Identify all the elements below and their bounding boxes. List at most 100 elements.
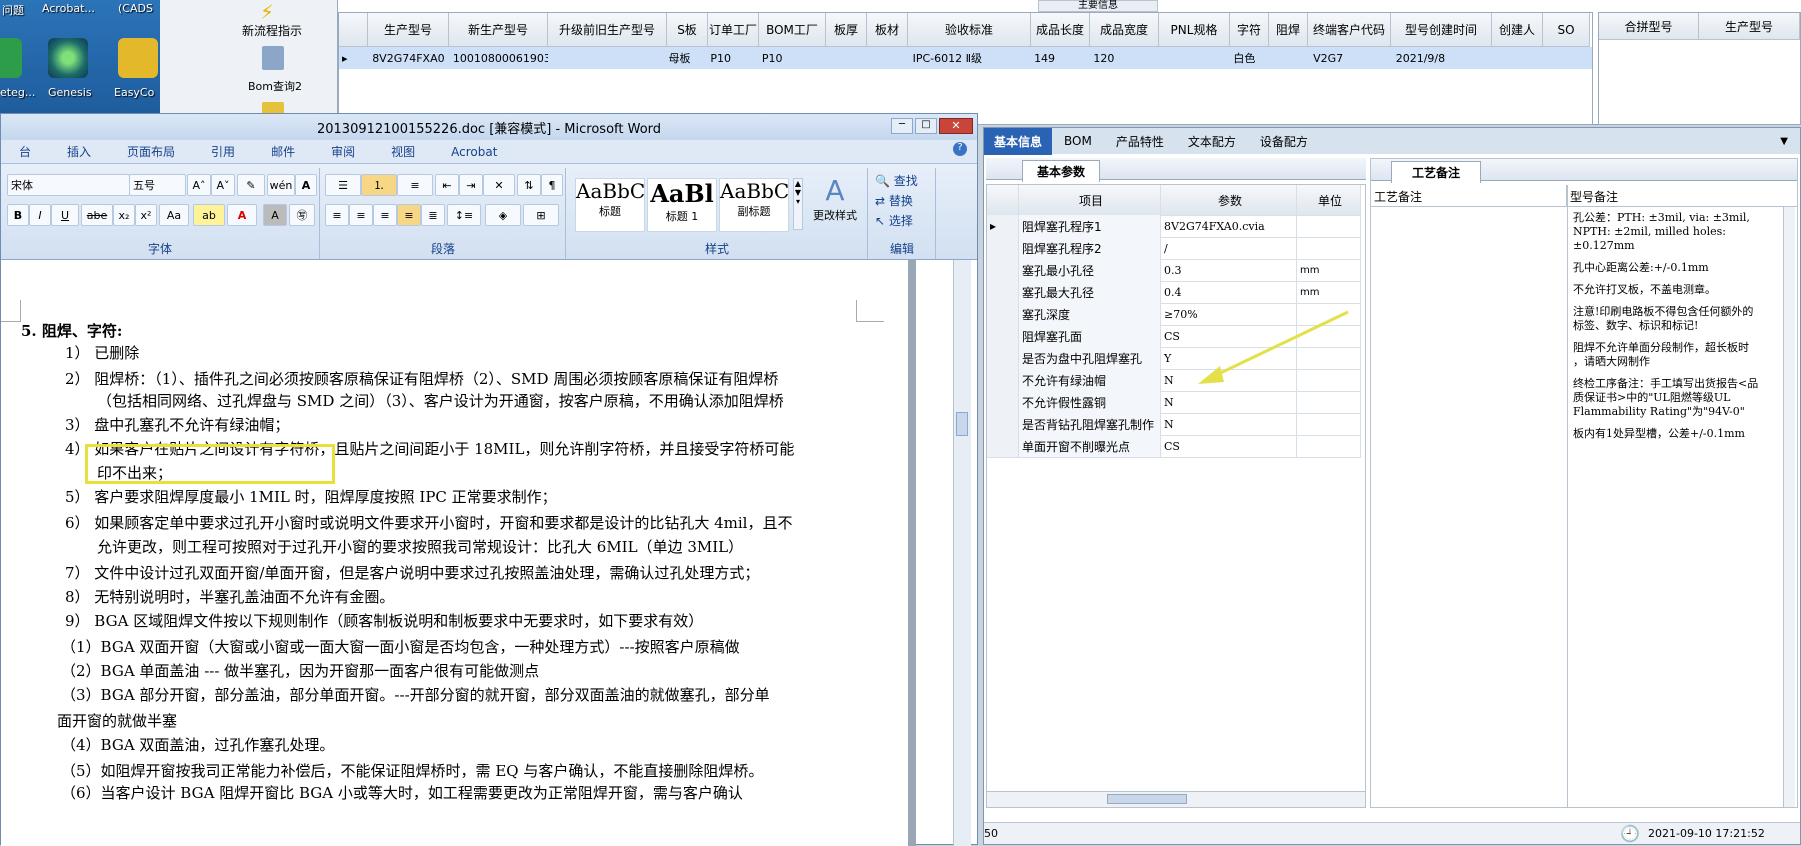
document-line[interactable]: （5）如阻焊开窗按我司正常能力补偿后，不能保证阻焊桥时，需 EQ 与客户确认，不… bbox=[61, 760, 763, 781]
document-line[interactable]: （1）BGA 双面开窗（大窗或小窗或一面大窗一面小窗是否均包含，一种处理方式）-… bbox=[61, 636, 740, 657]
param-unit[interactable] bbox=[1297, 435, 1361, 457]
document-line[interactable]: 允许更改，则工程可按照对于过孔开小窗的要求按照我司常规设计：比孔大 6MIL（单… bbox=[97, 536, 743, 557]
tab-review[interactable]: 审阅 bbox=[313, 143, 373, 160]
table-row[interactable]: 阻焊塞孔程序2/ bbox=[987, 237, 1361, 260]
column-header[interactable]: 板材 bbox=[867, 13, 908, 47]
asian-layout-icon[interactable]: ✕ bbox=[483, 174, 515, 196]
column-header[interactable]: 阻焊 bbox=[1269, 13, 1308, 47]
column-header[interactable]: BOM工厂 bbox=[759, 13, 826, 47]
justify-icon[interactable]: ≡ bbox=[397, 204, 421, 226]
shading-icon[interactable]: A bbox=[263, 204, 287, 226]
tab-bom[interactable]: BOM bbox=[1052, 134, 1104, 148]
column-header[interactable]: 字符 bbox=[1230, 13, 1269, 47]
param-value[interactable]: 0.3 bbox=[1161, 259, 1297, 281]
document-line[interactable]: 2） 阻焊桥：（1）、插件孔之间必须按顾客原稿保证有阻焊桥（2）、SMD 周围必… bbox=[65, 368, 778, 389]
table-cell[interactable]: 母板 bbox=[666, 47, 708, 69]
param-item[interactable]: 塞孔最大孔径 bbox=[1019, 281, 1161, 303]
show-marks-icon[interactable]: ¶ bbox=[541, 174, 563, 196]
find-button[interactable]: 🔍 查找 bbox=[875, 172, 918, 189]
column-header[interactable]: 型号备注 bbox=[1567, 185, 1797, 207]
param-unit[interactable]: mm bbox=[1297, 259, 1361, 281]
replace-button[interactable]: ⇄ 替换 bbox=[875, 192, 913, 209]
tab-text-recipe[interactable]: 文本配方 bbox=[1176, 133, 1248, 150]
table-cell[interactable]: 149 bbox=[1031, 47, 1090, 69]
tab-basic-params[interactable]: 基本参数 bbox=[1022, 160, 1101, 182]
desktop-icon-label[interactable]: Genesis bbox=[48, 86, 92, 99]
table-row[interactable]: ▸ 阻焊塞孔程序1 8V2G74FXA0.cvia bbox=[987, 215, 1361, 238]
tab-product-features[interactable]: 产品特性 bbox=[1104, 133, 1176, 150]
column-header[interactable]: 新生产型号 bbox=[449, 13, 548, 47]
param-item[interactable]: 不允许有绿油帽 bbox=[1019, 369, 1161, 391]
styles-scroll[interactable]: ▲ ▼ ▾ bbox=[793, 178, 803, 230]
side-item-bom-query[interactable]: Bom查询2 bbox=[248, 78, 302, 94]
param-value[interactable]: N bbox=[1161, 413, 1297, 435]
table-cell[interactable]: IPC-6012 Ⅱ级 bbox=[910, 47, 1031, 69]
table-cell[interactable]: P10 bbox=[707, 47, 759, 69]
tab-mailings[interactable]: 邮件 bbox=[253, 143, 313, 160]
param-item[interactable]: 阻焊塞孔程序2 bbox=[1019, 237, 1161, 259]
column-header[interactable]: S板 bbox=[667, 13, 708, 47]
column-header[interactable]: 升级前旧生产型号 bbox=[548, 13, 667, 47]
param-item[interactable]: 是否为盘中孔阻焊塞孔 bbox=[1019, 347, 1161, 369]
document-line[interactable]: 6） 如果顾客定单中要求过孔开小窗时或说明文件要求开小窗时，开窗和要求都是设计的… bbox=[65, 512, 792, 533]
minimize-button[interactable]: ─ bbox=[891, 118, 913, 134]
column-header[interactable]: 订单工厂 bbox=[708, 13, 759, 47]
tab-view[interactable]: 视图 bbox=[373, 143, 433, 160]
row-selector-icon[interactable]: ▸ bbox=[339, 47, 369, 69]
param-unit[interactable] bbox=[1297, 413, 1361, 435]
table-cell[interactable] bbox=[826, 47, 868, 69]
param-item[interactable]: 是否背钻孔阻焊塞孔制作 bbox=[1019, 413, 1161, 435]
desktop-icon-label[interactable]: eteg... bbox=[0, 86, 35, 99]
font-name-select[interactable]: 宋体 bbox=[7, 174, 130, 196]
select-button[interactable]: ↖ 选择 bbox=[875, 212, 913, 229]
document-line[interactable]: 3） 盘中孔塞孔不允许有绿油帽； bbox=[65, 414, 289, 435]
distributed-icon[interactable]: ≣ bbox=[421, 204, 445, 226]
highlight-icon[interactable]: ab bbox=[193, 204, 225, 226]
bold-icon[interactable]: B bbox=[7, 204, 29, 226]
table-cell[interactable]: 8V2G74FXA0 bbox=[369, 47, 450, 69]
column-header[interactable]: SO bbox=[1543, 13, 1590, 47]
grow-font-icon[interactable]: A˄ bbox=[187, 174, 211, 196]
column-header[interactable]: 参数 bbox=[1161, 185, 1297, 215]
font-color-icon[interactable]: A bbox=[227, 204, 257, 226]
lightning-icon[interactable]: ⚡ bbox=[260, 0, 284, 24]
column-header[interactable]: 型号创建时间 bbox=[1391, 13, 1492, 47]
param-item[interactable]: 塞孔最小孔径 bbox=[1019, 259, 1161, 281]
table-cell[interactable] bbox=[1544, 47, 1592, 69]
app-icon[interactable] bbox=[0, 38, 22, 78]
vertical-scrollbar[interactable] bbox=[953, 260, 971, 846]
superscript-icon[interactable]: x² bbox=[135, 204, 157, 226]
document-line[interactable]: 1） 已删除 bbox=[65, 342, 139, 363]
column-header[interactable]: 验收标准 bbox=[908, 13, 1031, 47]
align-left-icon[interactable]: ≡ bbox=[325, 204, 349, 226]
maximize-button[interactable]: □ bbox=[915, 118, 937, 134]
horizontal-scrollbar[interactable] bbox=[987, 791, 1365, 807]
document-page[interactable]: 5. 阻焊、字符: 1） 已删除 2） 阻焊桥：（1）、插件孔之间必须按顾客原稿保证… bbox=[1, 260, 916, 846]
document-line[interactable]: （6）当客户设计 BGA 阻焊开窗比 BGA 小或等大时，如工程需要更改为正常阻… bbox=[61, 782, 743, 803]
table-row[interactable]: 塞孔最小孔径 0.3 mm bbox=[987, 259, 1361, 282]
italic-icon[interactable]: I bbox=[29, 204, 51, 226]
table-row[interactable]: ▸ 8V2G74FXA0 10010800061903 母板 P10 P10 IPC-601… bbox=[339, 47, 1592, 69]
column-header[interactable]: 工艺备注 bbox=[1371, 185, 1567, 207]
table-cell[interactable] bbox=[1159, 47, 1230, 69]
table-cell[interactable]: 10010800061903 bbox=[450, 47, 548, 69]
document-line[interactable]: （3）BGA 部分开窗，部分盖油，部分单面开窗。---开部分窗的就开窗，部分双面… bbox=[61, 684, 770, 705]
close-button[interactable]: ✕ bbox=[939, 118, 973, 134]
document-line[interactable]: （2）BGA 单面盖油 --- 做半塞孔，因为开窗那一面客户很有可能做测点 bbox=[61, 660, 539, 681]
chevron-down-icon[interactable]: ▼ bbox=[1768, 136, 1800, 147]
align-right-icon[interactable]: ≡ bbox=[373, 204, 397, 226]
notes-scrollbar[interactable] bbox=[1783, 207, 1795, 807]
table-row[interactable]: 单面开窗不削曝光点 CS bbox=[987, 435, 1361, 458]
param-value[interactable]: CS bbox=[1161, 435, 1297, 457]
genesis-icon[interactable] bbox=[48, 38, 88, 78]
scroll-thumb[interactable] bbox=[1107, 794, 1187, 804]
multilevel-icon[interactable]: ≡ bbox=[397, 174, 433, 196]
change-case-icon[interactable]: Aa bbox=[159, 204, 189, 226]
column-header[interactable]: 生产型号 bbox=[368, 13, 449, 47]
side-item-new-flow[interactable]: 新流程指示 bbox=[242, 22, 302, 39]
enclose-char-icon[interactable]: ㊢ bbox=[289, 204, 315, 226]
table-cell[interactable] bbox=[1493, 47, 1545, 69]
align-center-icon[interactable]: ≡ bbox=[349, 204, 373, 226]
phonetic-icon[interactable]: wén bbox=[267, 174, 295, 196]
tab-layout[interactable]: 页面布局 bbox=[109, 143, 193, 160]
